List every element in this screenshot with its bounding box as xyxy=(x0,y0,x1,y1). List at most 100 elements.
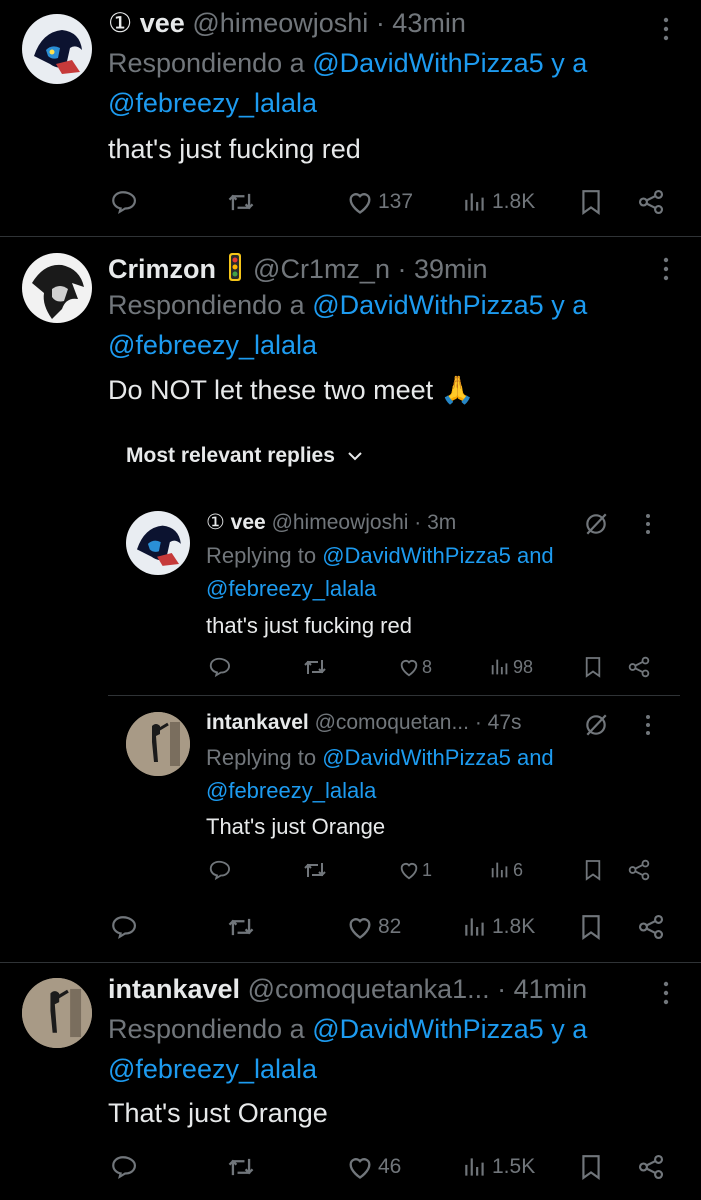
reply-icon xyxy=(112,191,136,215)
avatar[interactable] xyxy=(22,978,92,1048)
views-button[interactable]: 1.8K xyxy=(462,189,535,215)
divider xyxy=(0,236,701,237)
reply-button[interactable] xyxy=(110,1154,136,1180)
avatar[interactable] xyxy=(126,511,190,575)
post-text: That's just Orange xyxy=(206,814,386,839)
views-icon xyxy=(465,193,484,211)
bookmark-button[interactable] xyxy=(584,859,602,881)
reply-icon xyxy=(112,916,136,940)
chevron-down-icon xyxy=(348,452,362,461)
handle[interactable]: @himeowjoshi xyxy=(192,8,368,38)
like-button[interactable]: 8 xyxy=(398,656,432,678)
display-name[interactable]: vee xyxy=(231,511,266,534)
repost-button[interactable] xyxy=(226,189,256,215)
reply-button[interactable] xyxy=(110,189,136,215)
reply-button[interactable] xyxy=(110,914,136,940)
like-button[interactable]: 137 xyxy=(346,189,413,215)
handle[interactable]: @comoquetan... xyxy=(315,711,469,734)
grok-icon[interactable] xyxy=(583,511,609,542)
bookmark-button[interactable] xyxy=(584,656,602,678)
share-icon xyxy=(638,189,664,215)
reply-mention-2[interactable]: @febreezy_lalala xyxy=(108,88,317,119)
views-button[interactable]: 1.5K xyxy=(462,1154,535,1180)
bookmark-button[interactable] xyxy=(580,189,602,215)
reply-button[interactable] xyxy=(208,859,230,881)
reply-icon xyxy=(112,1156,136,1180)
reply-mention-1[interactable]: @DavidWithPizza5 xyxy=(322,543,511,568)
views-button[interactable]: 98 xyxy=(489,656,533,678)
more-options-icon[interactable] xyxy=(644,714,652,741)
share-button[interactable] xyxy=(637,914,665,940)
share-button[interactable] xyxy=(627,859,651,881)
view-count: 1.8K xyxy=(492,190,536,213)
display-name[interactable]: Crimzon xyxy=(108,254,216,284)
reply-prefix: Respondiendo a xyxy=(108,290,305,320)
like-count: 8 xyxy=(422,656,433,677)
most-relevant-replies-toggle[interactable]: Most relevant replies xyxy=(126,444,363,468)
more-options-icon[interactable] xyxy=(662,16,670,47)
repost-icon xyxy=(304,863,326,877)
avatar[interactable] xyxy=(126,712,190,776)
share-button[interactable] xyxy=(637,1154,665,1180)
avatar[interactable] xyxy=(22,14,92,84)
views-button[interactable]: 6 xyxy=(489,859,523,881)
repost-button[interactable] xyxy=(226,914,256,940)
post-text: that's just fucking red xyxy=(206,613,412,638)
grok-icon[interactable] xyxy=(583,712,609,743)
reply-icon xyxy=(209,657,230,678)
views-button[interactable]: 1.8K xyxy=(462,914,535,940)
reply-button[interactable] xyxy=(208,656,230,678)
bookmark-icon xyxy=(585,657,601,678)
like-count: 137 xyxy=(378,190,414,213)
avatar[interactable] xyxy=(22,253,92,323)
heart-icon xyxy=(349,1158,371,1179)
bookmark-button[interactable] xyxy=(580,914,602,940)
handle[interactable]: @Cr1mz_n xyxy=(253,254,390,284)
reply-mention-2[interactable]: @febreezy_lalala xyxy=(108,1054,317,1085)
repost-button[interactable] xyxy=(302,859,328,881)
heart-icon xyxy=(400,660,418,677)
reply-icon xyxy=(209,860,230,881)
repost-button[interactable] xyxy=(226,1154,256,1180)
reply-mention-1[interactable]: @DavidWithPizza5 xyxy=(312,290,543,320)
bookmark-button[interactable] xyxy=(580,1154,602,1180)
reply-mention-2[interactable]: @febreezy_lalala xyxy=(206,778,376,804)
share-icon xyxy=(628,859,650,881)
share-button[interactable] xyxy=(637,189,665,215)
display-name[interactable]: intankavel xyxy=(206,711,309,734)
repost-icon xyxy=(228,193,254,211)
reply-joiner: and xyxy=(516,543,554,568)
like-button[interactable]: 46 xyxy=(346,1154,401,1180)
timestamp[interactable]: · 47s xyxy=(475,711,522,734)
handle[interactable]: @comoquetanka1... xyxy=(248,974,490,1004)
bookmark-icon xyxy=(582,190,600,215)
more-options-icon[interactable] xyxy=(662,256,670,287)
reply-mention-1[interactable]: @DavidWithPizza5 xyxy=(312,48,543,78)
view-count: 1.5K xyxy=(492,1155,536,1178)
timestamp[interactable]: · 41min xyxy=(497,974,587,1004)
timestamp[interactable]: · 43min xyxy=(376,8,466,38)
share-icon xyxy=(628,656,650,678)
timestamp[interactable]: · 3m xyxy=(414,511,456,534)
divider xyxy=(0,962,701,963)
like-button[interactable]: 1 xyxy=(398,859,432,881)
verified-badge-icon: ① xyxy=(108,8,133,38)
like-button[interactable]: 82 xyxy=(346,914,401,940)
repost-button[interactable] xyxy=(302,656,328,678)
reply-mention-1[interactable]: @DavidWithPizza5 xyxy=(312,1014,543,1044)
handle[interactable]: @himeowjoshi xyxy=(272,511,409,534)
reply-mention-1[interactable]: @DavidWithPizza5 xyxy=(322,745,511,770)
more-options-icon[interactable] xyxy=(644,513,652,540)
share-button[interactable] xyxy=(627,656,651,678)
more-options-icon[interactable] xyxy=(662,980,670,1011)
reply-mention-2[interactable]: @febreezy_lalala xyxy=(206,576,376,602)
heart-icon xyxy=(349,193,371,214)
timestamp[interactable]: · 39min xyxy=(398,254,488,284)
display-name[interactable]: intankavel xyxy=(108,974,240,1004)
display-name[interactable]: vee xyxy=(140,8,185,38)
reply-mention-2[interactable]: @febreezy_lalala xyxy=(108,330,317,361)
reply-joiner: y a xyxy=(551,48,588,78)
traffic-light-icon xyxy=(228,252,242,282)
post-text: Do NOT let these two meet 🙏 xyxy=(108,375,475,405)
share-icon xyxy=(638,1154,664,1180)
